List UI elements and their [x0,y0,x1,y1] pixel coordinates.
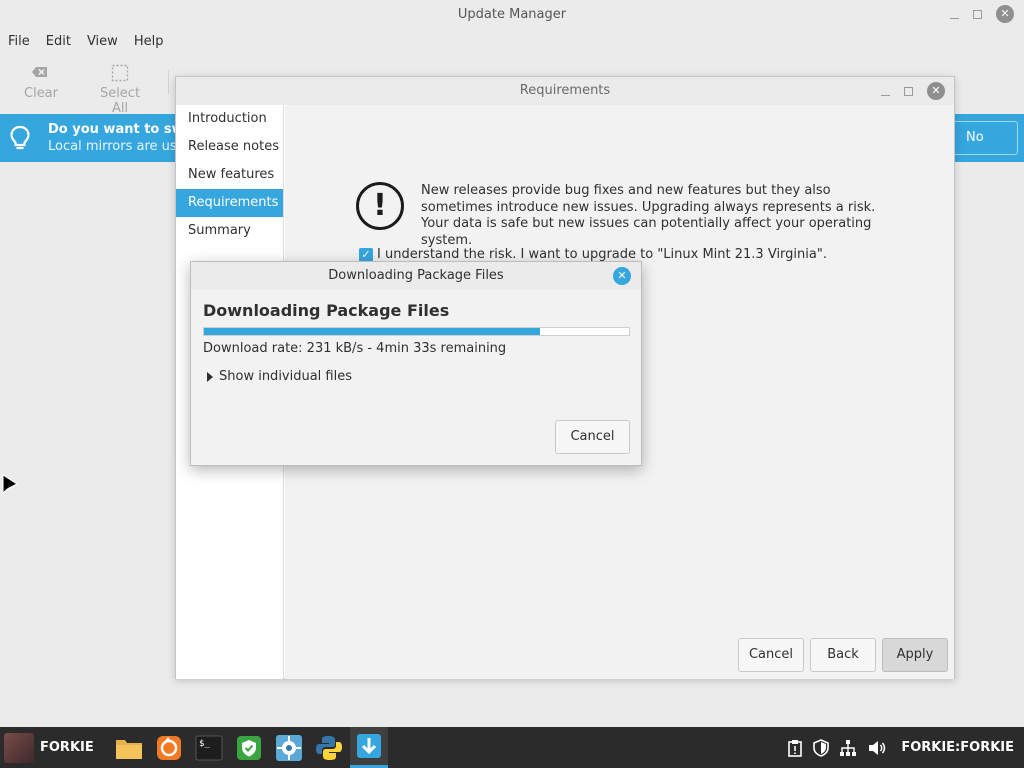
clear-button[interactable]: Clear [24,62,58,101]
clear-icon [32,67,47,77]
close-icon[interactable]: ✕ [996,5,1014,23]
close-icon[interactable]: ✕ [927,82,945,100]
maximize-icon[interactable] [973,9,982,19]
back-button[interactable]: Back [810,638,876,672]
requirements-title: Requirements [519,83,611,98]
menu-help[interactable]: Help [126,30,172,54]
show-individual-files-expander[interactable]: Show individual files [207,369,352,384]
expander-label: Show individual files [219,369,353,384]
main-window-title: Update Manager [457,7,567,22]
checkmark-icon[interactable]: ✓ [359,247,373,262]
start-menu-icon[interactable] [4,733,34,763]
understand-risk-checkbox[interactable]: ✓ I understand the risk. I want to upgra… [359,247,827,262]
risk-message: New releases provide bug fixes and new f… [421,183,876,248]
sidebar-item-requirements[interactable]: Requirements [176,189,283,217]
clear-label: Clear [24,86,58,101]
select-all-button[interactable]: Select All [90,62,150,116]
update-manager-icon[interactable] [350,727,388,768]
download-progress-bar [203,327,630,336]
requirements-titlebar[interactable]: Requirements ✕ [176,77,954,105]
download-rate: Download rate: 231 kB/s - 4min 33s remai… [203,341,507,356]
menu-edit[interactable]: Edit [38,30,79,54]
expander-arrow-icon[interactable] [207,371,213,382]
minimize-icon[interactable] [881,94,890,96]
network-icon[interactable] [839,739,857,757]
terminal-icon[interactable]: $_ [190,727,228,768]
infobar-subtitle: Local mirrors are usua [48,139,193,154]
volume-icon[interactable] [867,739,887,757]
download-dialog-title: Downloading Package Files [328,268,504,283]
lightbulb-icon [10,125,30,150]
download-cancel-button[interactable]: Cancel [555,420,630,454]
menu-file[interactable]: File [0,30,38,54]
close-icon[interactable]: ✕ [613,267,631,285]
minimize-icon[interactable] [950,17,959,19]
select-all-label: Select All [99,86,141,116]
checkbox-label: I understand the risk. I want to upgrade… [377,247,827,262]
menu-view[interactable]: View [79,30,126,54]
apply-button[interactable]: Apply [882,638,948,672]
taskbar: FORKIE $_ FORKIE:FORKIE [0,727,1024,768]
mouse-cursor-icon [2,474,19,495]
security-shield-icon[interactable] [813,738,830,757]
toolbar-separator [168,70,169,94]
main-window-titlebar[interactable]: Update Manager ✕ [0,0,1024,30]
network-app-icon[interactable] [270,727,308,768]
sidebar-item-release-notes[interactable]: Release notes [176,133,283,161]
svg-text:$_: $_ [199,739,210,749]
maximize-icon[interactable] [904,86,913,96]
progress-fill [204,328,540,335]
python-icon[interactable] [310,727,348,768]
clipboard-icon[interactable] [787,739,803,757]
warning-icon: ! [356,182,404,230]
download-dialog-body: Downloading Package Files Download rate:… [191,290,641,465]
download-dialog: Downloading Package Files ✕ Downloading … [190,261,642,466]
system-tray: FORKIE:FORKIE [787,727,1024,768]
user-host-label[interactable]: FORKIE:FORKIE [901,740,1014,755]
download-heading: Downloading Package Files [203,301,450,320]
cancel-button[interactable]: Cancel [738,638,804,672]
sidebar-item-introduction[interactable]: Introduction [176,105,283,133]
sidebar-item-summary[interactable]: Summary [176,217,283,245]
sidebar-item-new-features[interactable]: New features [176,161,283,189]
select-all-icon [111,64,129,82]
firefox-icon[interactable] [150,727,188,768]
menubar: File Edit View Help [0,30,1024,54]
download-dialog-titlebar[interactable]: Downloading Package Files ✕ [191,262,641,290]
shield-app-icon[interactable] [230,727,268,768]
start-menu-label[interactable]: FORKIE [40,727,94,768]
files-icon[interactable] [110,727,148,768]
